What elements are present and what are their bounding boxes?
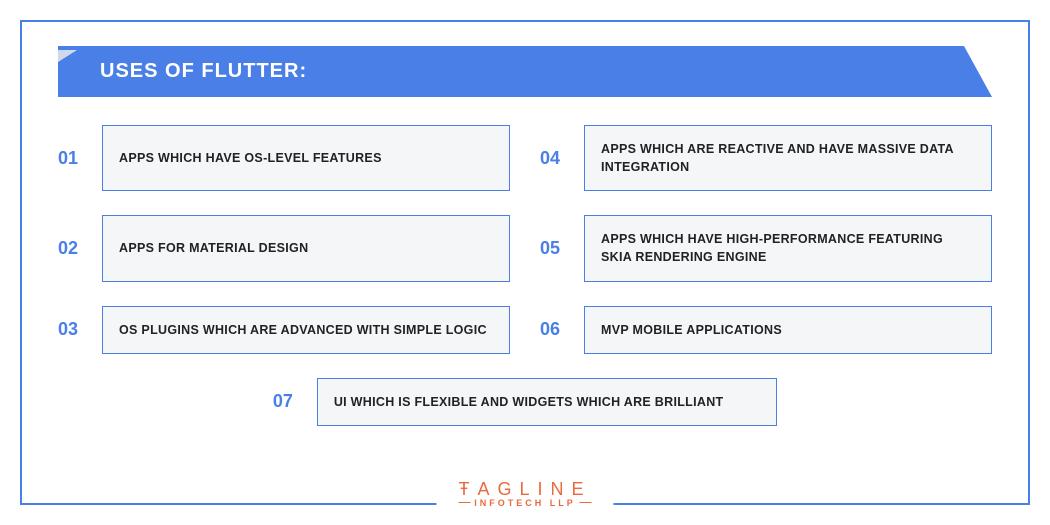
list-item: 02 APPS FOR MATERIAL DESIGN <box>58 215 510 281</box>
item-card: UI WHICH IS FLEXIBLE AND WIDGETS WHICH A… <box>317 378 777 426</box>
infographic-container: USES OF FLUTTER: 01 APPS WHICH HAVE OS-L… <box>20 20 1030 505</box>
item-number: 03 <box>58 306 102 354</box>
list-item: 03 OS PLUGINS WHICH ARE ADVANCED WITH SI… <box>58 306 510 354</box>
list-item: 07 UI WHICH IS FLEXIBLE AND WIDGETS WHIC… <box>273 378 777 426</box>
item-card: APPS FOR MATERIAL DESIGN <box>102 215 510 281</box>
list-item: 04 APPS WHICH ARE REACTIVE AND HAVE MASS… <box>540 125 992 191</box>
item-card: APPS WHICH HAVE OS-LEVEL FEATURES <box>102 125 510 191</box>
item-number: 07 <box>273 378 317 426</box>
logo-divider: INFOTECH LLP <box>458 502 591 503</box>
item-card: APPS WHICH HAVE HIGH-PERFORMANCE FEATURI… <box>584 215 992 281</box>
logo-text-top: ŦAGLINE <box>458 479 591 500</box>
item-number: 04 <box>540 125 584 191</box>
center-row: 07 UI WHICH IS FLEXIBLE AND WIDGETS WHIC… <box>58 378 992 426</box>
item-card: MVP MOBILE APPLICATIONS <box>584 306 992 354</box>
list-item: 06 MVP MOBILE APPLICATIONS <box>540 306 992 354</box>
item-card: OS PLUGINS WHICH ARE ADVANCED WITH SIMPL… <box>102 306 510 354</box>
list-item: 05 APPS WHICH HAVE HIGH-PERFORMANCE FEAT… <box>540 215 992 281</box>
items-grid: 01 APPS WHICH HAVE OS-LEVEL FEATURES 04 … <box>58 125 992 354</box>
item-number: 01 <box>58 125 102 191</box>
item-number: 06 <box>540 306 584 354</box>
list-item: 01 APPS WHICH HAVE OS-LEVEL FEATURES <box>58 125 510 191</box>
logo-text-bottom: INFOTECH LLP <box>470 498 580 508</box>
item-number: 05 <box>540 215 584 281</box>
item-card: APPS WHICH ARE REACTIVE AND HAVE MASSIVE… <box>584 125 992 191</box>
brand-logo: ŦAGLINE INFOTECH LLP <box>436 479 613 505</box>
item-number: 02 <box>58 215 102 281</box>
page-title: USES OF FLUTTER: <box>58 46 992 97</box>
